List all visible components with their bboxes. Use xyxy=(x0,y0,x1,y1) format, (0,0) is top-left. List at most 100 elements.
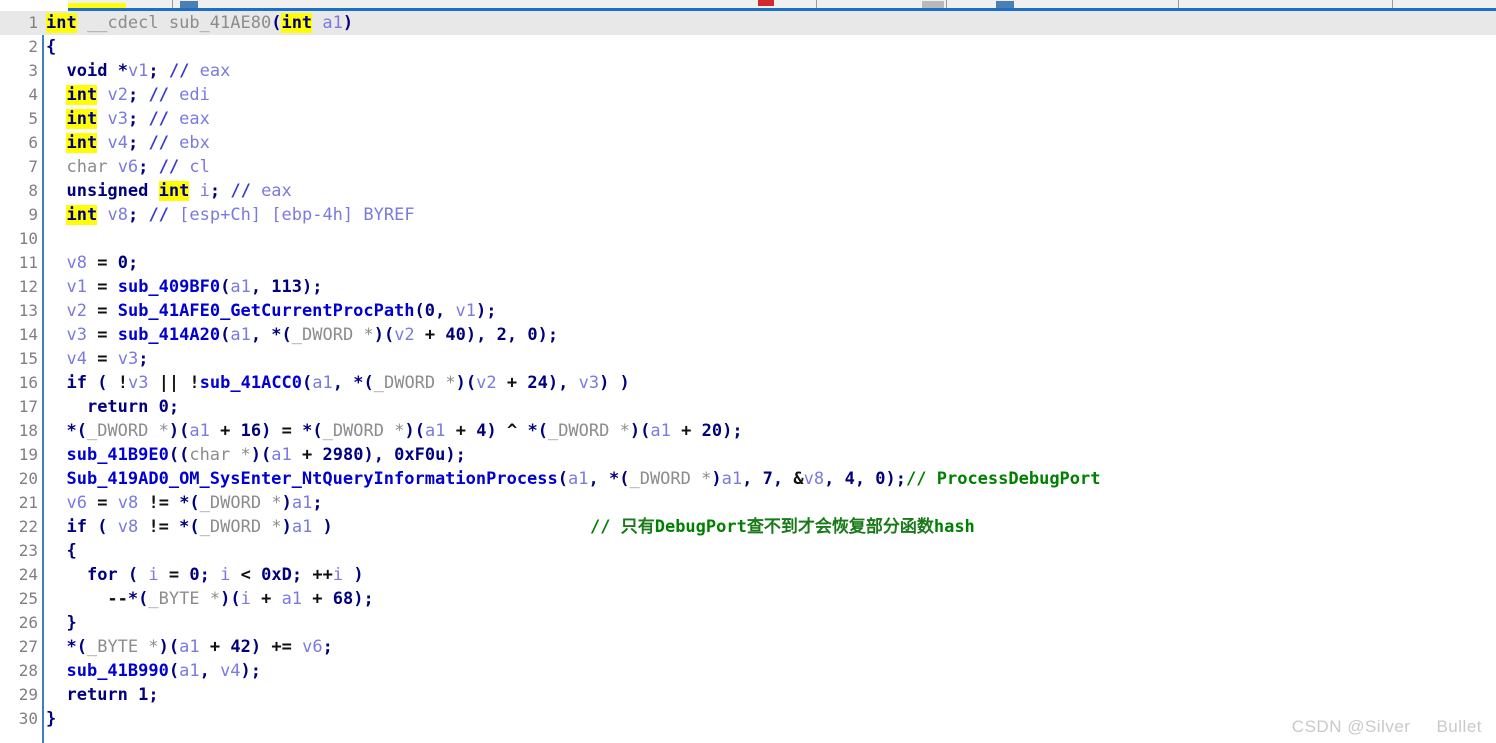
code-line[interactable]: 29 return 1; xyxy=(0,683,1496,707)
code-line[interactable]: 17 return 0; xyxy=(0,395,1496,419)
token-punc: , xyxy=(506,325,528,345)
code-line[interactable]: 8 unsigned int i; // eax xyxy=(0,179,1496,203)
code-line[interactable]: 15 v4 = v3; xyxy=(0,347,1496,371)
token-punc: ); xyxy=(476,301,497,321)
code-text: int v3; // eax xyxy=(46,107,210,131)
code-line[interactable]: 23 { xyxy=(0,539,1496,563)
line-number: 6 xyxy=(28,133,38,152)
line-number: 12 xyxy=(18,277,38,296)
toolbar-strip[interactable] xyxy=(0,0,1496,11)
line-number: 25 xyxy=(18,589,38,608)
token-cmtslash: // xyxy=(158,157,180,177)
token-op: + xyxy=(506,373,518,393)
code-line[interactable]: 22 if ( v8 != *(_DWORD *)a1 ) // 只有DebugP… xyxy=(0,515,1496,539)
line-number: 21 xyxy=(18,493,38,512)
code-line[interactable]: 16 if ( !v3 || !sub_41ACC0(a1, *(_DWORD … xyxy=(0,371,1496,395)
token-var: v4 xyxy=(107,133,128,153)
token-num: 0 xyxy=(117,253,128,273)
token-punc: ), xyxy=(547,373,579,393)
code-line[interactable]: 24 for ( i = 0; i < 0xD; ++i ) xyxy=(0,563,1496,587)
code-line[interactable]: 19 sub_41B9E0((char *)(a1 + 2980), 0xF0u… xyxy=(0,443,1496,467)
token-num: 24 xyxy=(527,373,548,393)
code-text: v3 = sub_414A20(a1, *(_DWORD *)(v2 + 40)… xyxy=(46,323,558,347)
token-op: + xyxy=(681,421,692,441)
line-number: 20 xyxy=(18,469,38,488)
token-var: i xyxy=(148,565,159,585)
code-text: v6 = v8 != *(_DWORD *)a1; xyxy=(46,491,322,515)
token-cmtslash: // xyxy=(148,85,169,105)
code-text: --*(_BYTE *)(i + a1 + 68); xyxy=(46,587,374,611)
token-fn: Sub_419AD0_OM_SysEnter_NtQueryInformatio… xyxy=(66,469,558,489)
code-line[interactable]: 4 int v2; // edi xyxy=(0,83,1496,107)
token-punc: )( xyxy=(629,421,651,441)
code-line[interactable]: 20 Sub_419AD0_OM_SysEnter_NtQueryInforma… xyxy=(0,467,1496,491)
code-line[interactable]: 11 v8 = 0; xyxy=(0,251,1496,275)
code-line[interactable]: 5 int v3; // eax xyxy=(0,107,1496,131)
code-line[interactable]: 18 *(_DWORD *)(a1 + 16) = *(_DWORD *)(a1… xyxy=(0,419,1496,443)
token-punc: ); xyxy=(885,469,907,489)
line-number: 18 xyxy=(18,421,38,440)
line-number: 17 xyxy=(18,397,38,416)
token-punc: )( xyxy=(168,421,190,441)
code-text: { xyxy=(46,35,56,59)
code-line[interactable]: 1 int __cdecl sub_41AE80(int a1) xyxy=(0,11,1496,35)
token-op: = xyxy=(168,565,180,585)
pseudocode-editor[interactable]: 1 int __cdecl sub_41AE80(int a1) 2{3 void … xyxy=(0,11,1496,743)
code-line[interactable]: 2{ xyxy=(0,35,1496,59)
token-op: + xyxy=(312,589,323,609)
code-line[interactable]: 30} xyxy=(0,707,1496,731)
token-num: 1 xyxy=(138,685,149,705)
code-line[interactable]: 10 xyxy=(0,227,1496,251)
token-punc: ); xyxy=(537,325,559,345)
token-punc: , xyxy=(250,277,272,297)
token-num: 20 xyxy=(701,421,723,441)
token-var: v2 xyxy=(66,301,87,321)
token-var: v4 xyxy=(220,661,241,681)
token-var: v3 xyxy=(117,349,139,369)
token-op: = xyxy=(97,349,108,369)
code-line[interactable]: 14 v3 = sub_414A20(a1, *(_DWORD *)(v2 + … xyxy=(0,323,1496,347)
line-number: 4 xyxy=(28,85,38,104)
token-punc: ); xyxy=(722,421,743,441)
code-text: int v2; // edi xyxy=(46,83,210,107)
code-line[interactable]: 25 --*(_BYTE *)(i + a1 + 68); xyxy=(0,587,1496,611)
code-line[interactable]: 6 int v4; // ebx xyxy=(0,131,1496,155)
code-line[interactable]: 7 char v6; // cl xyxy=(0,155,1496,179)
code-line[interactable]: 3 void *v1; // eax xyxy=(0,59,1496,83)
token-punc: ); xyxy=(353,589,374,609)
code-line[interactable]: 28 sub_41B990(a1, v4); xyxy=(0,659,1496,683)
code-line[interactable]: 21 v6 = v8 != *(_DWORD *)a1; xyxy=(0,491,1496,515)
token-num: 0 xyxy=(158,397,169,417)
toolbar-red-icon-fragment[interactable] xyxy=(758,0,774,6)
token-type: _DWORD xyxy=(291,325,354,345)
line-number: 7 xyxy=(28,157,38,176)
code-line[interactable]: 13 v2 = Sub_41AFE0_GetCurrentProcPath(0,… xyxy=(0,299,1496,323)
code-line[interactable]: 27 *(_BYTE *)(a1 + 42) += v6; xyxy=(0,635,1496,659)
line-number: 23 xyxy=(18,541,38,560)
token-punc: ( xyxy=(557,469,569,489)
code-line[interactable]: 26 } xyxy=(0,611,1496,635)
code-line[interactable]: 9 int v8; // [esp+Ch] [ebp-4h] BYREF xyxy=(0,203,1496,227)
token-punc: , xyxy=(199,661,221,681)
code-line[interactable]: 12 v1 = sub_409BF0(a1, 113); xyxy=(0,275,1496,299)
token-num: 4 xyxy=(476,421,487,441)
code-text: char v6; // cl xyxy=(46,155,209,179)
token-kw: if xyxy=(66,373,87,393)
token-punc: ) ) xyxy=(599,373,630,393)
code-text: int v8; // [esp+Ch] [ebp-4h] BYREF xyxy=(46,203,415,227)
token-punc: ( xyxy=(97,517,118,537)
token-cmt: ebx xyxy=(168,133,210,153)
code-lines[interactable]: 1 int __cdecl sub_41AE80(int a1) 2{3 void … xyxy=(0,11,1496,731)
